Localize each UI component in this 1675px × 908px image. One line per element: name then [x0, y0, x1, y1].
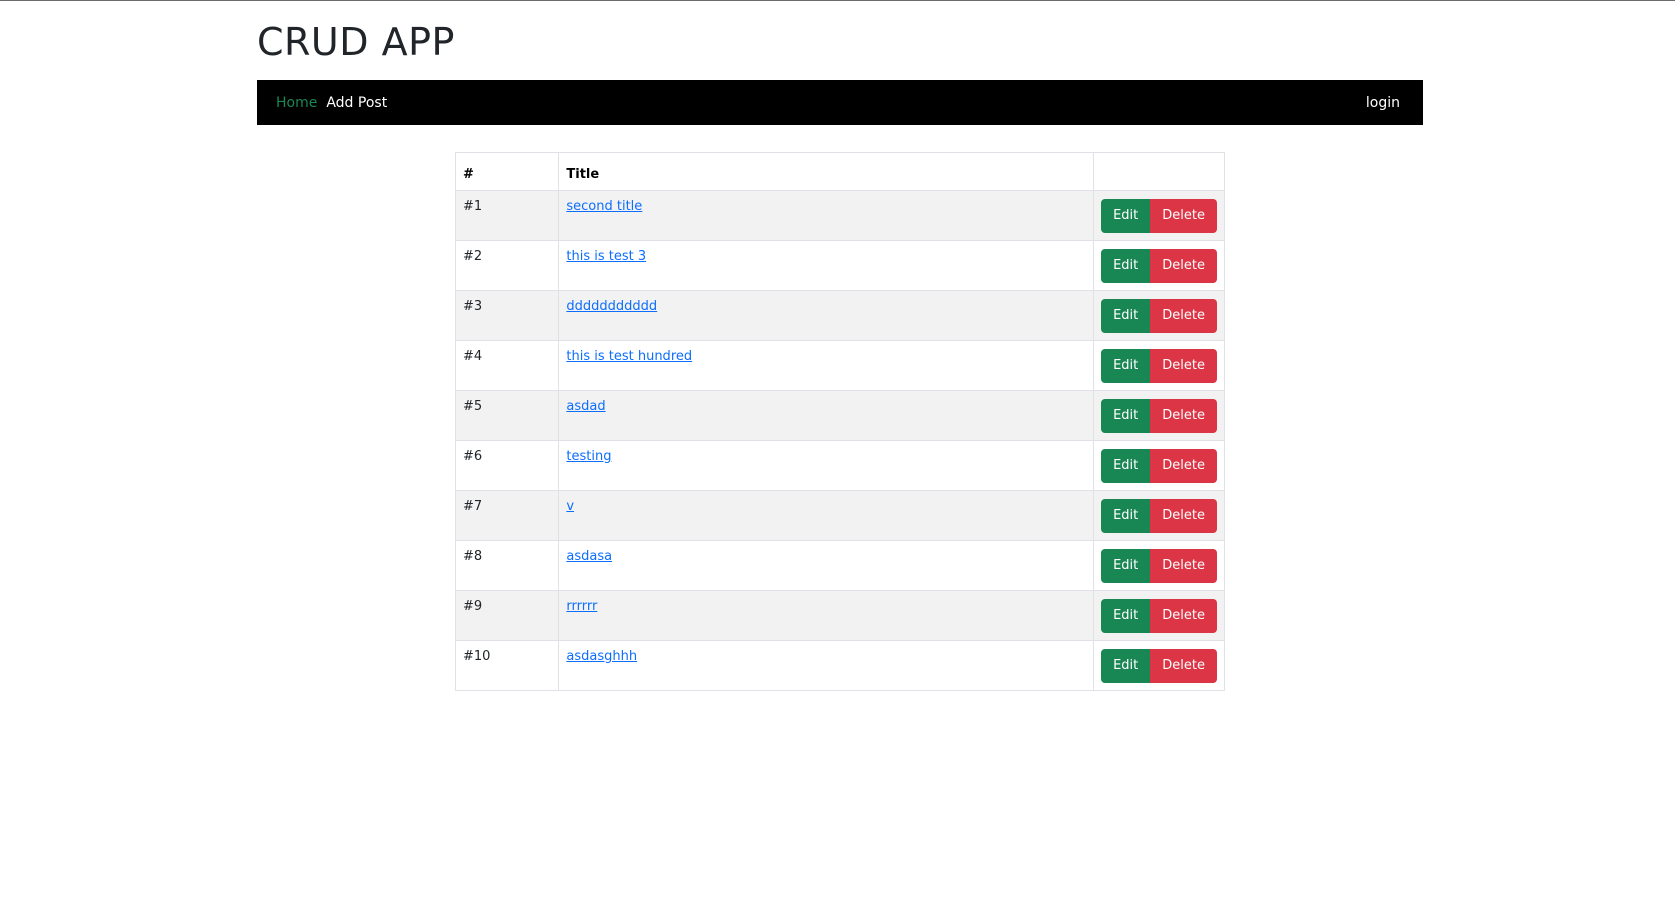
column-header-title: Title	[558, 152, 1095, 191]
table-row: #4 this is test hundred Edit Delete	[454, 340, 1225, 391]
post-action-buttons: Edit Delete	[1101, 548, 1217, 583]
table-header-row: # Title	[454, 152, 1225, 191]
post-id-cell: #6	[454, 440, 560, 491]
post-id-cell: #10	[454, 640, 560, 691]
post-actions-cell: Edit Delete	[1093, 490, 1225, 541]
post-title-link[interactable]: this is test hundred	[566, 349, 692, 364]
app-title: CRUD APP	[257, 20, 455, 64]
post-actions-cell: Edit Delete	[1093, 340, 1225, 391]
post-title-cell: ddddddddddd	[558, 290, 1095, 341]
edit-button[interactable]: Edit	[1101, 248, 1151, 283]
edit-button[interactable]: Edit	[1101, 398, 1151, 433]
post-id-cell: #9	[454, 590, 560, 641]
post-title-cell: asdad	[558, 390, 1095, 441]
table-row: #7 v Edit Delete	[454, 490, 1225, 541]
delete-button[interactable]: Delete	[1150, 648, 1217, 683]
delete-button[interactable]: Delete	[1150, 448, 1217, 483]
post-title-cell: this is test 3	[558, 240, 1095, 291]
post-action-buttons: Edit Delete	[1101, 498, 1217, 533]
table-row: #3 ddddddddddd Edit Delete	[454, 290, 1225, 341]
post-id-cell: #3	[454, 290, 560, 341]
post-title-link[interactable]: second title	[566, 199, 642, 214]
edit-button[interactable]: Edit	[1101, 348, 1151, 383]
post-action-buttons: Edit Delete	[1101, 348, 1217, 383]
post-actions-cell: Edit Delete	[1093, 240, 1225, 291]
delete-button[interactable]: Delete	[1150, 348, 1217, 383]
post-action-buttons: Edit Delete	[1101, 648, 1217, 683]
delete-button[interactable]: Delete	[1150, 598, 1217, 633]
table-row: #10 asdasghhh Edit Delete	[454, 640, 1225, 691]
post-title-cell: v	[558, 490, 1095, 541]
post-id-cell: #5	[454, 390, 560, 441]
edit-button[interactable]: Edit	[1101, 198, 1151, 233]
post-title-link[interactable]: ddddddddddd	[566, 299, 657, 314]
post-actions-cell: Edit Delete	[1093, 290, 1225, 341]
post-id-cell: #4	[454, 340, 560, 391]
post-actions-cell: Edit Delete	[1093, 390, 1225, 441]
top-border-line	[0, 0, 1675, 1]
edit-button[interactable]: Edit	[1101, 448, 1151, 483]
post-title-link[interactable]: this is test 3	[566, 249, 646, 264]
nav-login-link[interactable]: login	[1366, 95, 1400, 111]
delete-button[interactable]: Delete	[1150, 548, 1217, 583]
post-id-cell: #7	[454, 490, 560, 541]
edit-button[interactable]: Edit	[1101, 498, 1151, 533]
edit-button[interactable]: Edit	[1101, 598, 1151, 633]
delete-button[interactable]: Delete	[1150, 248, 1217, 283]
delete-button[interactable]: Delete	[1150, 398, 1217, 433]
table-row: #5 asdad Edit Delete	[454, 390, 1225, 441]
edit-button[interactable]: Edit	[1101, 298, 1151, 333]
post-title-link[interactable]: asdasa	[566, 549, 612, 564]
table-header: # Title	[454, 152, 1225, 191]
post-actions-cell: Edit Delete	[1093, 540, 1225, 591]
nav-add-post-link[interactable]: Add Post	[326, 95, 387, 111]
table-row: #6 testing Edit Delete	[454, 440, 1225, 491]
post-id-cell: #1	[454, 190, 560, 241]
post-title-link[interactable]: asdasghhh	[566, 649, 637, 664]
post-action-buttons: Edit Delete	[1101, 448, 1217, 483]
post-actions-cell: Edit Delete	[1093, 640, 1225, 691]
posts-table: # Title #1 second title Edit Delete #2 t…	[454, 152, 1225, 691]
edit-button[interactable]: Edit	[1101, 648, 1151, 683]
post-title-link[interactable]: rrrrrr	[566, 599, 597, 614]
post-title-cell: asdasa	[558, 540, 1095, 591]
nav-home-link[interactable]: Home	[276, 95, 317, 111]
table-row: #2 this is test 3 Edit Delete	[454, 240, 1225, 291]
post-actions-cell: Edit Delete	[1093, 440, 1225, 491]
post-title-link[interactable]: testing	[566, 449, 611, 464]
edit-button[interactable]: Edit	[1101, 548, 1151, 583]
column-header-actions	[1093, 152, 1225, 191]
post-title-cell: testing	[558, 440, 1095, 491]
post-title-cell: this is test hundred	[558, 340, 1095, 391]
post-action-buttons: Edit Delete	[1101, 298, 1217, 333]
post-action-buttons: Edit Delete	[1101, 248, 1217, 283]
post-action-buttons: Edit Delete	[1101, 598, 1217, 633]
post-actions-cell: Edit Delete	[1093, 590, 1225, 641]
post-title-link[interactable]: asdad	[566, 399, 605, 414]
column-header-id: #	[454, 152, 560, 191]
post-title-cell: rrrrrr	[558, 590, 1095, 641]
post-title-cell: second title	[558, 190, 1095, 241]
post-action-buttons: Edit Delete	[1101, 198, 1217, 233]
post-title-link[interactable]: v	[566, 499, 574, 514]
post-action-buttons: Edit Delete	[1101, 398, 1217, 433]
delete-button[interactable]: Delete	[1150, 498, 1217, 533]
table-row: #9 rrrrrr Edit Delete	[454, 590, 1225, 641]
delete-button[interactable]: Delete	[1150, 198, 1217, 233]
table-row: #1 second title Edit Delete	[454, 190, 1225, 241]
post-title-cell: asdasghhh	[558, 640, 1095, 691]
navbar: Home Add Post login	[257, 80, 1423, 125]
table-row: #8 asdasa Edit Delete	[454, 540, 1225, 591]
post-id-cell: #2	[454, 240, 560, 291]
delete-button[interactable]: Delete	[1150, 298, 1217, 333]
table-body: #1 second title Edit Delete #2 this is t…	[454, 190, 1225, 691]
post-id-cell: #8	[454, 540, 560, 591]
post-actions-cell: Edit Delete	[1093, 190, 1225, 241]
